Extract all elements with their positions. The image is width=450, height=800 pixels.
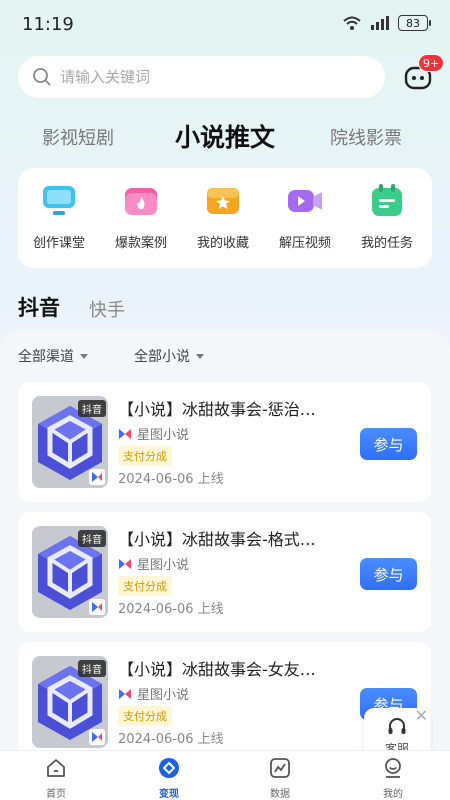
status-time: 11:19 [22, 14, 74, 35]
headset-icon [388, 718, 406, 734]
launch-date: 2024-06-06 上线 [118, 732, 224, 747]
revenue-badge: 支付分成 [118, 706, 172, 726]
nav-home[interactable]: 首页 [26, 757, 86, 800]
quick-link-relax-video[interactable]: 解压视频 [264, 182, 346, 251]
platform-tag: 抖音 [78, 530, 106, 547]
cover-image: 抖音 [32, 656, 108, 748]
quick-link-my-tasks[interactable]: 我的任务 [346, 182, 428, 251]
launch-date: 2024-06-06 上线 [118, 472, 224, 487]
task-card[interactable]: 抖音 【小说】冰甜故事会-惩治… 星图小说 支付分成 2024-06-06 上线… [18, 382, 431, 502]
nav-label: 数据 [270, 789, 290, 800]
status-bar: 11:19 83 [0, 0, 450, 48]
tab-film-drama[interactable]: 影视短剧 [42, 124, 114, 150]
task-card[interactable]: 抖音 【小说】冰甜故事会-格式… 星图小说 支付分成 2024-06-06 上线… [18, 512, 431, 632]
cover-image: 抖音 [32, 396, 108, 488]
monetize-icon [159, 758, 179, 778]
card-source: 星图小说 [118, 684, 189, 703]
search-bar[interactable] [18, 56, 385, 98]
platform-tag: 抖音 [78, 400, 106, 417]
video-camera-icon [286, 182, 324, 220]
quick-link-hit-cases[interactable]: 爆款案例 [100, 182, 182, 251]
join-button[interactable]: 参与 [360, 428, 417, 460]
tab-kuaishou[interactable]: 快手 [89, 296, 125, 322]
quick-link-creation-class[interactable]: 创作课堂 [18, 182, 100, 251]
monitor-icon [40, 182, 78, 220]
nav-profile[interactable]: 我的 [363, 757, 423, 800]
signal-icon [371, 16, 389, 30]
app-mini-icon [89, 469, 105, 485]
quick-link-label: 解压视频 [278, 236, 331, 251]
tab-cinema-tickets[interactable]: 院线影票 [330, 124, 402, 150]
revenue-badge: 支付分成 [118, 446, 172, 466]
quick-link-label: 我的任务 [360, 236, 413, 251]
revenue-badge: 支付分成 [118, 576, 172, 596]
tab-douyin[interactable]: 抖音 [18, 292, 60, 322]
cover-image: 抖音 [32, 526, 108, 618]
card-source: 星图小说 [118, 424, 189, 443]
search-icon [33, 68, 51, 86]
caret-down-icon [196, 353, 204, 359]
filter-label: 全部小说 [134, 349, 190, 365]
status-icons: 83 [342, 15, 431, 31]
card-source: 星图小说 [118, 554, 189, 573]
join-button[interactable]: 参与 [360, 558, 417, 590]
search-input[interactable] [60, 68, 350, 86]
quick-link-my-favorites[interactable]: 我的收藏 [182, 182, 264, 251]
profile-icon [385, 758, 401, 778]
xingtu-icon [119, 688, 131, 699]
filter-channel-dropdown[interactable]: 全部渠道 [18, 346, 88, 366]
folder-fire-icon [122, 182, 160, 220]
category-tabs: 影视短剧 小说推文 院线影票 [0, 116, 450, 156]
message-badge: 9+ [418, 54, 445, 72]
card-title: 【小说】冰甜故事会-格式… [118, 530, 316, 549]
filter-label: 全部渠道 [18, 349, 74, 365]
chart-icon [270, 758, 290, 778]
calendar-task-icon [368, 182, 406, 220]
app-mini-icon [89, 599, 105, 615]
nav-monetize[interactable]: 变现 [139, 757, 199, 800]
xingtu-icon [119, 558, 131, 569]
close-icon[interactable]: ✕ [415, 706, 428, 725]
caret-down-icon [80, 353, 88, 359]
bottom-nav: 首页 变现 数据 我的 [0, 750, 450, 800]
nav-data[interactable]: 数据 [250, 757, 310, 800]
xingtu-icon [119, 428, 131, 439]
nav-label: 变现 [159, 789, 179, 800]
app-mini-icon [89, 729, 105, 745]
quick-links-card: 创作课堂 爆款案例 我的收藏 解压视频 我的任务 [18, 168, 432, 268]
card-title: 【小说】冰甜故事会-惩治… [118, 400, 316, 419]
platform-tag: 抖音 [78, 660, 106, 677]
source-name: 星图小说 [137, 428, 190, 443]
quick-link-label: 创作课堂 [32, 236, 85, 251]
star-folder-icon [204, 182, 242, 220]
tab-novel-promo[interactable]: 小说推文 [175, 118, 275, 154]
home-icon [47, 759, 65, 777]
filter-novel-dropdown[interactable]: 全部小说 [134, 346, 204, 366]
quick-link-label: 我的收藏 [196, 236, 249, 251]
source-name: 星图小说 [137, 558, 190, 573]
nav-label: 首页 [46, 789, 66, 800]
card-title: 【小说】冰甜故事会-女友… [118, 660, 316, 679]
nav-label: 我的 [383, 789, 403, 800]
battery-indicator: 83 [398, 15, 431, 31]
wifi-icon [343, 16, 361, 30]
launch-date: 2024-06-06 上线 [118, 602, 224, 617]
quick-link-label: 爆款案例 [114, 236, 167, 251]
source-name: 星图小说 [137, 688, 190, 703]
